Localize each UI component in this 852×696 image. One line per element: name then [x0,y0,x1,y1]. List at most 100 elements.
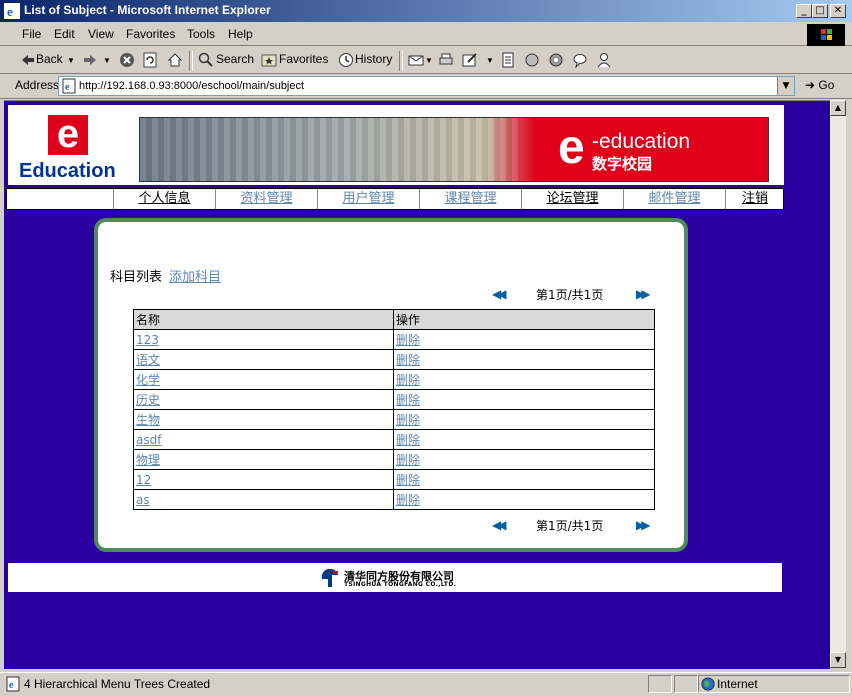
delete-link[interactable]: 删除 [396,413,420,427]
history-icon[interactable] [338,52,354,68]
back-dropdown-icon[interactable]: ▼ [67,56,75,65]
menu-file[interactable]: File [22,27,41,41]
column-header-action: 操作 [393,309,655,330]
svg-text:e: e [7,4,13,19]
mail-icon[interactable] [408,52,424,68]
action-cell: 删除 [393,329,655,350]
subject-name-link[interactable]: 化学 [136,373,160,387]
globe-icon [701,677,715,691]
edit-icon[interactable] [462,52,478,68]
add-subject-link[interactable]: 添加科目 [169,266,221,285]
menu-favorites[interactable]: Favorites [126,27,175,41]
subject-name-link[interactable]: 语文 [136,353,160,367]
menu-tools[interactable]: Tools [187,27,215,41]
subject-name-link[interactable]: 生物 [136,413,160,427]
edit-dropdown-icon[interactable]: ▼ [486,56,494,65]
search-button[interactable]: Search [216,52,254,66]
nav-label[interactable]: 资料管理 [240,191,292,206]
nav-course-management[interactable]: 课程管理 [419,189,521,209]
nav-label[interactable]: 个人信息 [138,191,190,206]
nav-label[interactable]: 用户管理 [342,191,394,206]
forward-dropdown-icon[interactable]: ▼ [103,56,111,65]
maximize-button[interactable]: □ [812,4,828,18]
delete-link[interactable]: 删除 [396,373,420,387]
subject-name-link[interactable]: 历史 [136,393,160,407]
media-icon[interactable] [548,52,564,68]
history-button[interactable]: History [355,52,392,66]
menu-view[interactable]: View [88,27,114,41]
toolbar-separator [189,51,193,71]
next-page-icon[interactable]: ▶▶ [636,518,651,532]
address-input[interactable]: e http://192.168.0.93:8000/eschool/main/… [58,76,795,96]
messenger-icon[interactable] [572,52,588,68]
mail-dropdown-icon[interactable]: ▼ [425,56,433,65]
menu-help[interactable]: Help [228,27,253,41]
delete-link[interactable]: 删除 [396,433,420,447]
scroll-up-icon[interactable]: ▲ [830,100,846,116]
next-page-icon[interactable]: ▶▶ [636,287,651,301]
delete-link[interactable]: 删除 [396,393,420,407]
delete-link[interactable]: 删除 [396,353,420,367]
user-icon[interactable] [596,52,612,68]
status-pane [648,675,672,693]
tongfang-logo: 清华同方股份有限公司 TSINGHUA TONGFANG CO.,LTD. [320,566,470,590]
delete-link[interactable]: 删除 [396,473,420,487]
minimize-button[interactable]: _ [796,4,812,18]
subject-name-link[interactable]: 123 [136,333,159,347]
nav-label[interactable]: 注销 [742,191,768,206]
content-panel: 科目列表 添加科目 ◀◀ 第1页/共1页 ▶▶ 名称 操作 123 删除 语文 删除… [94,218,688,552]
nav-logout[interactable]: 注销 [725,189,784,209]
nav-data-management[interactable]: 资料管理 [215,189,317,209]
go-button[interactable]: ➜ Go [805,78,834,92]
address-dropdown-icon[interactable]: ▼ [777,77,794,95]
nav-user-management[interactable]: 用户管理 [317,189,419,209]
nav-personal-info[interactable]: 个人信息 [113,189,215,209]
back-button[interactable]: Back [36,52,63,66]
table-row: as 删除 [133,489,655,510]
print-icon[interactable] [438,52,454,68]
education-logo-text: Education [19,160,116,182]
nav-label[interactable]: 邮件管理 [648,191,700,206]
tongfang-mark-icon [321,569,338,587]
company-name-en: TSINGHUA TONGFANG CO.,LTD. [344,581,457,588]
back-arrow-icon[interactable] [20,52,36,68]
nav-forum-management[interactable]: 论坛管理 [521,189,623,209]
favorites-icon[interactable] [261,52,277,68]
banner-subtitle: 数字校园 [592,155,653,173]
nav-label[interactable]: 论坛管理 [546,191,598,206]
vertical-scrollbar[interactable]: ▲ ▼ [830,100,846,668]
subject-name-link[interactable]: asdf [136,433,161,447]
delete-link[interactable]: 删除 [396,333,420,347]
subject-name-link[interactable]: 12 [136,473,151,487]
favorites-button[interactable]: Favorites [279,52,328,66]
address-url[interactable]: http://192.168.0.93:8000/eschool/main/su… [79,80,304,92]
menu-bar: File Edit View Favorites Tools Help [0,22,852,46]
windows-flag-icon [821,29,832,40]
toolbar-separator [399,51,403,71]
delete-link[interactable]: 删除 [396,493,420,507]
stop-icon[interactable] [119,52,135,68]
title-bar[interactable]: e List of Subject - Microsoft Internet E… [0,0,852,22]
close-button[interactable]: ✕ [830,4,846,18]
delete-link[interactable]: 删除 [396,453,420,467]
refresh-icon[interactable] [142,52,158,68]
ie-icon: e [4,3,20,19]
nav-mail-management[interactable]: 邮件管理 [623,189,725,209]
forward-arrow-icon[interactable] [82,52,98,68]
nav-label[interactable]: 课程管理 [444,191,496,206]
pager-bottom: ◀◀ 第1页/共1页 ▶▶ [492,517,652,533]
subject-name-link[interactable]: 物理 [136,453,160,467]
search-icon[interactable] [198,52,214,68]
research-icon[interactable] [524,52,540,68]
action-cell: 删除 [393,449,655,470]
eeducation-banner: e -education 数字校园 [139,117,769,182]
action-cell: 删除 [393,369,655,390]
scroll-down-icon[interactable]: ▼ [830,652,846,668]
discuss-icon[interactable] [500,52,516,68]
page-header: e Education e -education 数字校园 [8,105,784,185]
menu-edit[interactable]: Edit [54,27,75,41]
previous-page-icon[interactable]: ◀◀ [492,518,507,532]
home-icon[interactable] [167,52,183,68]
subject-name-link[interactable]: as [136,493,150,507]
previous-page-icon[interactable]: ◀◀ [492,287,507,301]
